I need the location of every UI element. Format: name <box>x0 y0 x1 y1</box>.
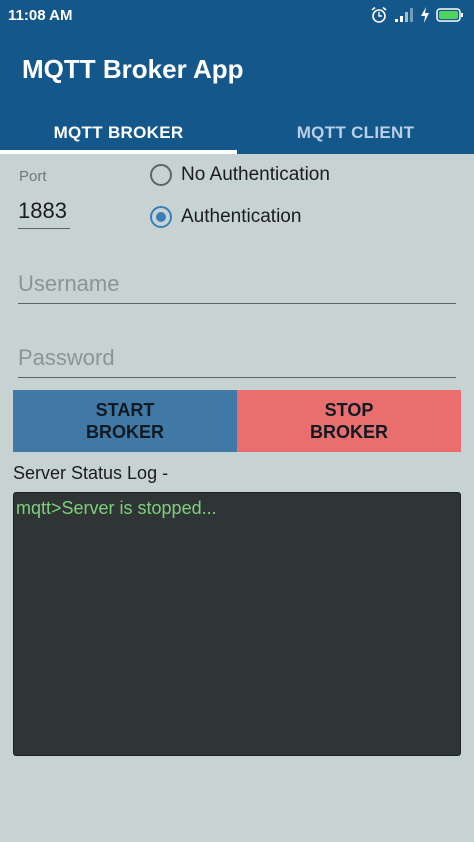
app-title: MQTT Broker App <box>22 54 244 84</box>
charging-icon <box>420 7 430 28</box>
radio-label: No Authentication <box>181 164 330 185</box>
server-status-log[interactable]: mqtt>Server is stopped... <box>13 492 461 756</box>
status-icons <box>370 6 464 29</box>
start-broker-label: START BROKER <box>85 400 164 442</box>
start-broker-button[interactable]: START BROKER <box>13 390 237 452</box>
radio-label: Authentication <box>181 206 302 227</box>
status-bar: 11:08 AM <box>0 0 474 32</box>
stop-broker-button[interactable]: STOP BROKER <box>237 390 461 452</box>
app-bar: MQTT Broker App MQTT BROKER MQTT CLIENT <box>0 32 474 154</box>
radio-authentication[interactable]: Authentication <box>150 206 301 228</box>
server-status-log-label: Server Status Log - <box>13 463 169 483</box>
battery-icon <box>436 7 464 28</box>
username-field[interactable]: Username <box>18 270 456 304</box>
stop-broker-label: STOP BROKER <box>309 400 388 442</box>
tab-bar: MQTT BROKER MQTT CLIENT <box>0 112 474 154</box>
radio-button-checked-icon <box>150 206 172 228</box>
password-field[interactable]: Password <box>18 344 456 378</box>
port-label: Port <box>19 168 47 185</box>
tab-mqtt-client[interactable]: MQTT CLIENT <box>237 112 474 154</box>
status-time: 11:08 AM <box>8 7 73 24</box>
tab-mqtt-broker[interactable]: MQTT BROKER <box>0 112 237 154</box>
alarm-icon <box>370 6 388 29</box>
radio-button-icon <box>150 164 172 186</box>
signal-icon <box>394 7 414 28</box>
log-text: mqtt>Server is stopped... <box>16 498 217 518</box>
port-input[interactable]: 1883 <box>18 198 70 229</box>
radio-no-authentication[interactable]: No Authentication <box>150 164 330 186</box>
